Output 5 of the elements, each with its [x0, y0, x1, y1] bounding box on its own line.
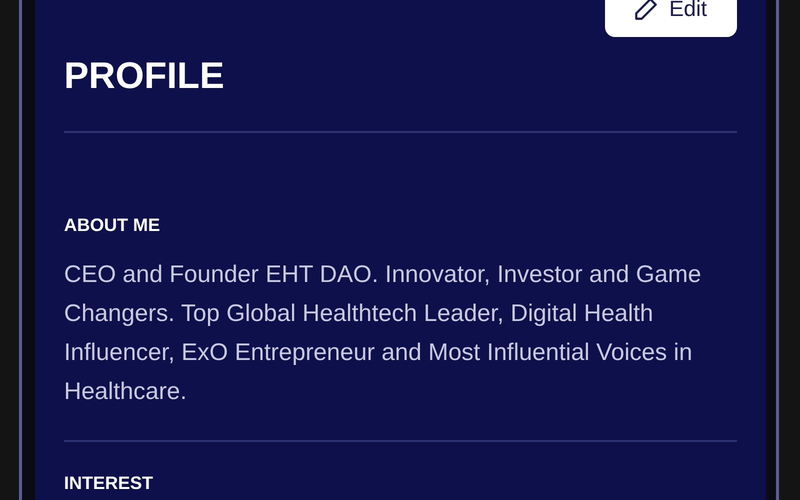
profile-title: PROFILE	[64, 55, 226, 97]
pencil-icon	[633, 0, 660, 22]
about-text: CEO and Founder EHT DAO. Innovator, Investor and Game Changers. Top Global Healthtech Leader, Digital Health Influencer, ExO Entrepreneur and Most Influential Voices in Healthcare.	[64, 260, 702, 407]
section-heading: ABOUT ME	[64, 214, 161, 236]
section-heading: INTEREST	[64, 472, 154, 494]
